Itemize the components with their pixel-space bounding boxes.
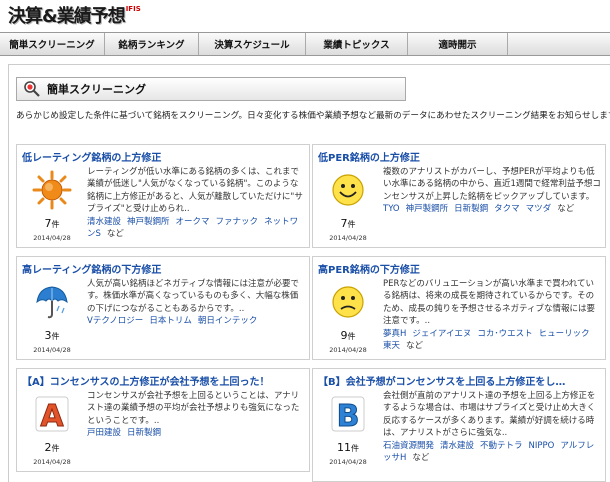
stock-link[interactable]: 不動テトラ <box>480 441 523 451</box>
nav-item-screening[interactable]: 簡単スクリーニング <box>0 33 105 55</box>
stock-link[interactable]: 日新製鋼 <box>454 204 488 214</box>
letter-b-icon: B <box>327 394 369 435</box>
section-title: 簡単スクリーニング <box>47 83 146 96</box>
card-title-link[interactable]: 高レーティング銘柄の下方修正 <box>22 261 306 276</box>
intro-text: あらかじめ設定した条件に基づいて銘柄をスクリーニング。日々変化する株価や業績予想… <box>16 111 610 121</box>
update-date: 2014/04/28 <box>329 234 367 242</box>
count-value: 7 <box>44 217 52 230</box>
description-text: 複数のアナリストがカバーし、予想PERが平均よりも低い水準にある銘柄の中から、直… <box>383 167 601 202</box>
stock-link[interactable]: コカ･ウエスト <box>477 329 532 339</box>
stock-link[interactable]: 日新製鋼 <box>127 428 161 438</box>
count-value: 9 <box>340 329 348 342</box>
stock-link[interactable]: 神戸製鋼所 <box>406 204 449 214</box>
result-count: 7件 <box>313 217 383 230</box>
count-value: 3 <box>44 329 52 342</box>
count-value: 2 <box>44 441 52 454</box>
description-text: 人気が高い銘柄ほどネガティブな情報には注意が必要です。株価水準が高くなっているも… <box>87 279 299 314</box>
card-description: PERなどのバリュエーションが高い水準まで買われている銘柄は、将来の成長を期待さ… <box>383 278 602 352</box>
sun-icon <box>31 170 73 210</box>
site-logo[interactable]: 決算&業績予想 IFIS <box>8 3 141 29</box>
stock-link[interactable]: 石油資源開発 <box>383 441 434 451</box>
card-description: レーティングが低い水準にある銘柄の多くは、これまで業績が低迷し"人気がなくなって… <box>87 166 306 240</box>
stock-link[interactable]: オークマ <box>176 217 210 227</box>
top-bar: 決算&業績予想 IFIS <box>0 0 610 32</box>
count-unit: 件 <box>347 332 356 341</box>
stock-link[interactable]: 夢真H <box>383 329 406 339</box>
result-count: 2件 <box>17 441 87 454</box>
stock-link[interactable]: TYO <box>383 204 400 214</box>
letter-a-icon: A <box>31 394 73 435</box>
update-date: 2014/04/28 <box>329 458 367 466</box>
update-date: 2014/04/28 <box>329 346 367 354</box>
svg-text:A: A <box>40 399 64 434</box>
umbrella-icon <box>31 282 73 322</box>
logo-sub-text: IFIS <box>125 5 141 13</box>
etc-text: など <box>106 229 124 240</box>
card-title-link[interactable]: 【B】会社予想がコンセンサスを上回る上方修正をし… <box>318 373 602 388</box>
search-icon <box>23 80 41 98</box>
screening-card: 低レーティング銘柄の上方修正 7件 2014/04/28 レーティングが低い水準… <box>16 144 310 248</box>
svg-text:B: B <box>337 399 360 434</box>
count-unit: 件 <box>51 220 60 229</box>
nav-item-ranking[interactable]: 銘柄ランキング <box>105 33 199 55</box>
stock-link[interactable]: Vテクノロジー <box>87 316 143 326</box>
card-title-link[interactable]: 低レーティング銘柄の上方修正 <box>22 149 306 164</box>
stock-link[interactable]: 戸田建設 <box>87 428 121 438</box>
stock-link[interactable]: ファナック <box>216 217 259 227</box>
nav-item-disclosure[interactable]: 適時開示 <box>408 33 508 55</box>
description-text: レーティングが低い水準にある銘柄の多くは、これまで業績が低迷し"人気がなくなって… <box>87 167 303 215</box>
nav-item-schedule[interactable]: 決算スケジュール <box>199 33 306 55</box>
stock-link[interactable]: 清水建設 <box>440 441 474 451</box>
stock-link[interactable]: 東天 <box>383 341 400 351</box>
stock-link[interactable]: ヒューリック <box>539 329 590 339</box>
stock-link[interactable]: 朝日インテック <box>198 316 258 326</box>
worried-face-icon <box>327 282 369 322</box>
stock-link[interactable]: マツダ <box>526 204 552 214</box>
screening-card: 低PER銘柄の上方修正 7件 2014/04/28 複数のアナリストがカバーし、… <box>312 144 606 248</box>
card-description: コンセンサスが会社予想を上回るということは、アナリスト達の業績予想の平均が会社予… <box>87 390 306 440</box>
count-unit: 件 <box>351 444 359 453</box>
card-description: 会社側が直前のアナリスト達の予想を上回る上方修正をするような場合は、市場はサプラ… <box>383 390 602 464</box>
update-date: 2014/04/28 <box>33 458 71 466</box>
stock-link[interactable]: 神戸製鋼所 <box>127 217 170 227</box>
screening-card: 高PER銘柄の下方修正 9件 2014/04/28 PERなどのバリュエーション… <box>312 256 606 360</box>
stock-link[interactable]: ジェイアイエヌ <box>412 329 471 339</box>
update-date: 2014/04/28 <box>33 346 71 354</box>
etc-text: など <box>406 341 424 352</box>
description-text: コンセンサスが会社予想を上回るということは、アナリスト達の業績予想の平均が会社予… <box>87 391 300 426</box>
description-text: 会社側が直前のアナリスト達の予想を上回る上方修正をするような場合は、市場はサプラ… <box>383 391 596 439</box>
section-header: 簡単スクリーニング <box>16 77 406 101</box>
card-title-link[interactable]: 高PER銘柄の下方修正 <box>318 261 602 276</box>
count-value: 11 <box>337 441 351 454</box>
update-date: 2014/04/28 <box>33 234 71 242</box>
card-title-link[interactable]: 低PER銘柄の上方修正 <box>318 149 602 164</box>
main-nav: 簡単スクリーニング 銘柄ランキング 決算スケジュール 業績トピックス 適時開示 <box>0 32 610 56</box>
etc-text: など <box>412 453 430 464</box>
card-title-link[interactable]: 【A】コンセンサスの上方修正が会社予想を上回った！ <box>22 373 306 388</box>
stock-link[interactable]: 日本トリム <box>149 316 192 326</box>
card-description: 人気が高い銘柄ほどネガティブな情報には注意が必要です。株価水準が高くなっているも… <box>87 278 306 328</box>
result-count: 3件 <box>17 329 87 342</box>
stock-link[interactable]: 清水建設 <box>87 217 121 227</box>
result-count: 9件 <box>313 329 383 342</box>
screening-card: 【B】会社予想がコンセンサスを上回る上方修正をし… B 11件 2014/04/… <box>312 368 606 482</box>
result-count: 7件 <box>17 217 87 230</box>
description-text: PERなどのバリュエーションが高い水準まで買われている銘柄は、将来の成長を期待さ… <box>383 279 595 327</box>
count-unit: 件 <box>347 220 356 229</box>
stock-link[interactable]: NIPPO <box>529 441 555 451</box>
etc-text: など <box>557 204 575 215</box>
count-unit: 件 <box>51 332 60 341</box>
screening-card: 高レーティング銘柄の下方修正 3件 2014/04/28 人気が高い銘柄ほどネガ… <box>16 256 310 360</box>
result-count: 11件 <box>313 441 383 454</box>
logo-main-text: 決算&業績予想 <box>8 6 126 27</box>
stock-link[interactable]: タクマ <box>494 204 520 214</box>
screening-card: 【A】コンセンサスの上方修正が会社予想を上回った！ A 2件 2014/04/2… <box>16 368 310 472</box>
count-value: 7 <box>340 217 348 230</box>
card-description: 複数のアナリストがカバーし、予想PERが平均よりも低い水準にある銘柄の中から、直… <box>383 166 602 216</box>
count-unit: 件 <box>51 444 60 453</box>
nav-item-topics[interactable]: 業績トピックス <box>306 33 408 55</box>
smiley-icon <box>327 170 369 210</box>
